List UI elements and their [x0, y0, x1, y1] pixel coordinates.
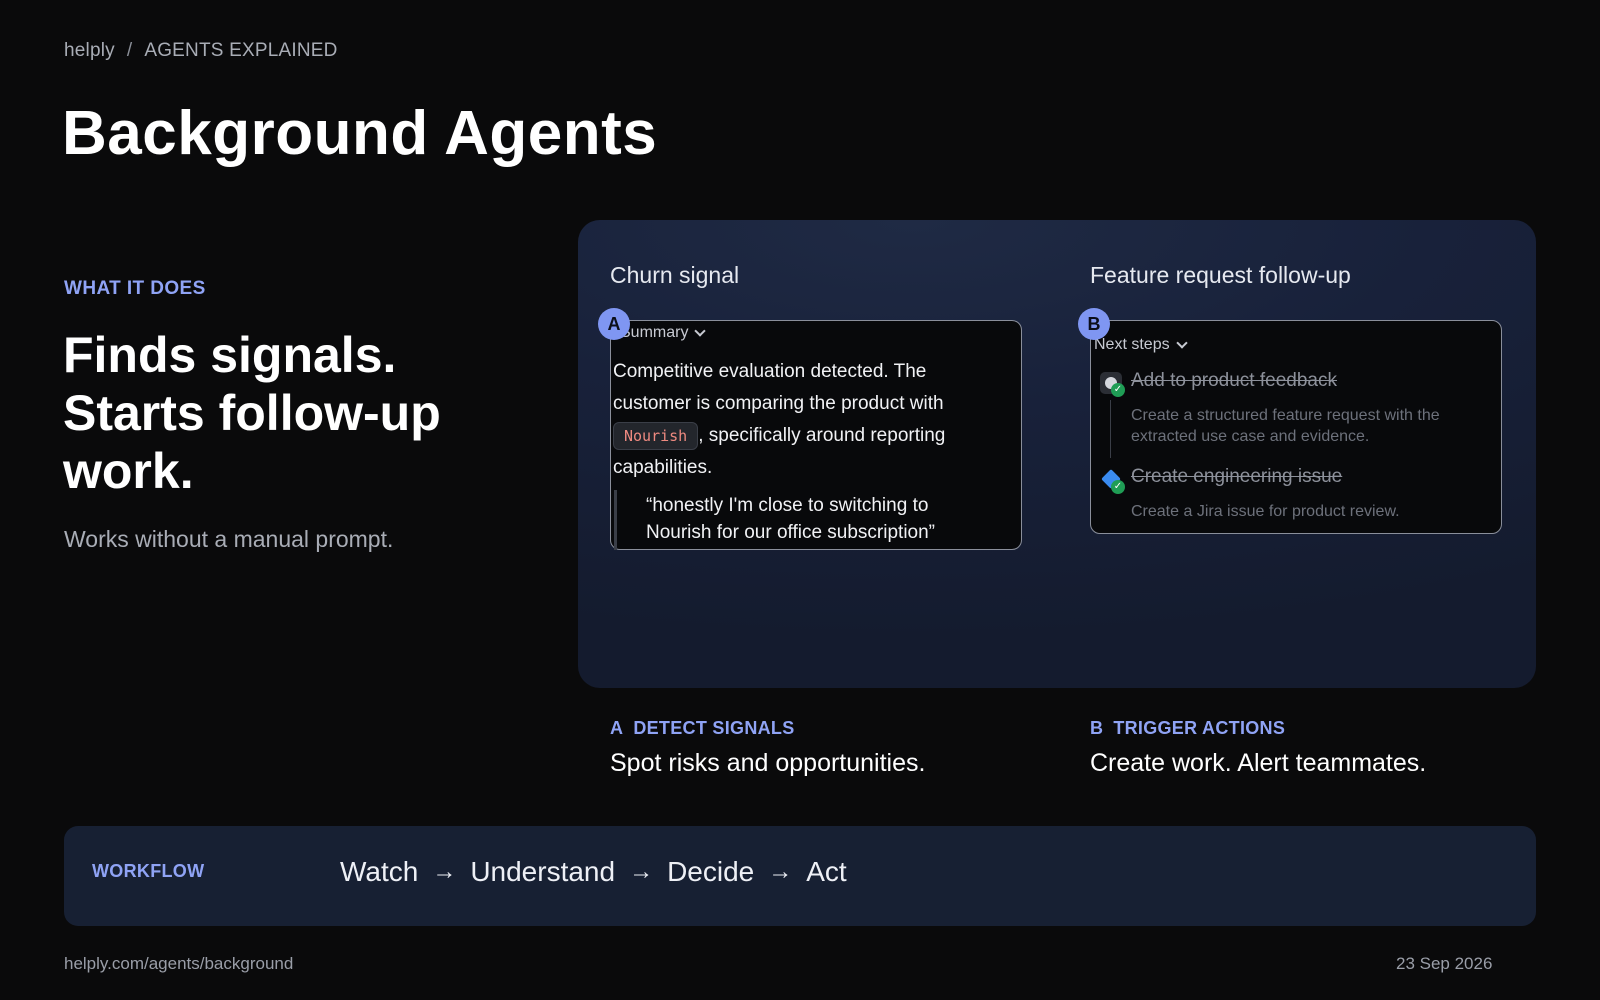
intro-headline: Finds signals. Starts follow-up work.: [63, 327, 441, 499]
step-description: Create a Jira issue for product review.: [1131, 503, 1400, 520]
breadcrumb: helply / AGENTS EXPLAINED: [64, 40, 338, 62]
badge-a: A: [598, 308, 630, 340]
arrow-right-icon: →: [629, 858, 654, 885]
caption-a-letter: A: [610, 718, 624, 738]
caption-a-title: DETECT SIGNALS: [633, 718, 795, 738]
workflow-step-watch: Watch: [340, 856, 419, 887]
intro-eyebrow: WHAT IT DOES: [64, 278, 206, 299]
caption-b-letter: B: [1090, 718, 1104, 738]
caption-b-text: Create work. Alert teammates.: [1090, 749, 1427, 777]
next-steps-dropdown-label: Next steps: [1094, 336, 1170, 353]
summary-dropdown[interactable]: Summary: [620, 324, 707, 342]
workflow-step-decide: Decide: [667, 856, 755, 887]
workflow-steps: Watch → Understand → Decide → Act: [340, 856, 847, 888]
summary-dropdown-label: Summary: [620, 324, 689, 341]
caption-b-title: TRIGGER ACTIONS: [1113, 718, 1286, 738]
caption-a-label: A DETECT SIGNALS: [610, 718, 795, 739]
workflow-step-understand: Understand: [470, 856, 616, 887]
step-title-product-feedback[interactable]: Add to product feedback: [1131, 370, 1337, 392]
summary-text-start: Competitive evaluation detected. The cus…: [613, 361, 944, 414]
badge-b: B: [1078, 308, 1110, 340]
step-title-engineering-issue[interactable]: Create engineering issue: [1131, 466, 1342, 488]
check-icon: ✓: [1111, 383, 1125, 397]
caption-b-label: B TRIGGER ACTIONS: [1090, 718, 1285, 739]
quote-bar: [614, 490, 617, 550]
workflow-step-act: Act: [806, 856, 847, 887]
steps-connector: [1110, 400, 1111, 458]
footer-date: 23 Sep 2026: [1396, 954, 1493, 973]
competitor-chip: Nourish: [613, 421, 699, 450]
breadcrumb-section[interactable]: AGENTS EXPLAINED: [144, 40, 337, 62]
breadcrumb-separator: /: [126, 40, 133, 61]
chevron-down-icon: [1175, 336, 1188, 349]
arrow-right-icon: →: [768, 858, 793, 885]
card-b-title: Feature request follow-up: [1090, 262, 1351, 288]
step-description: Create a structured feature request with…: [1131, 407, 1440, 445]
page-title: Background Agents: [62, 99, 658, 168]
arrow-right-icon: →: [432, 858, 457, 885]
breadcrumb-brand[interactable]: helply: [64, 40, 115, 62]
chevron-down-icon: [694, 324, 707, 337]
summary-text: Competitive evaluation detected. The cus…: [613, 356, 1003, 484]
next-steps-dropdown[interactable]: Next steps: [1094, 336, 1188, 354]
card-a-title: Churn signal: [610, 262, 740, 288]
intro-subline: Works without a manual prompt.: [64, 526, 394, 552]
caption-a-text: Spot risks and opportunities.: [610, 749, 926, 777]
workflow-label: WORKFLOW: [92, 861, 205, 881]
check-icon: ✓: [1111, 480, 1125, 494]
customer-quote: “honestly I'm close to switching to Nour…: [646, 495, 935, 543]
footer-url[interactable]: helply.com/agents/background: [64, 954, 293, 974]
